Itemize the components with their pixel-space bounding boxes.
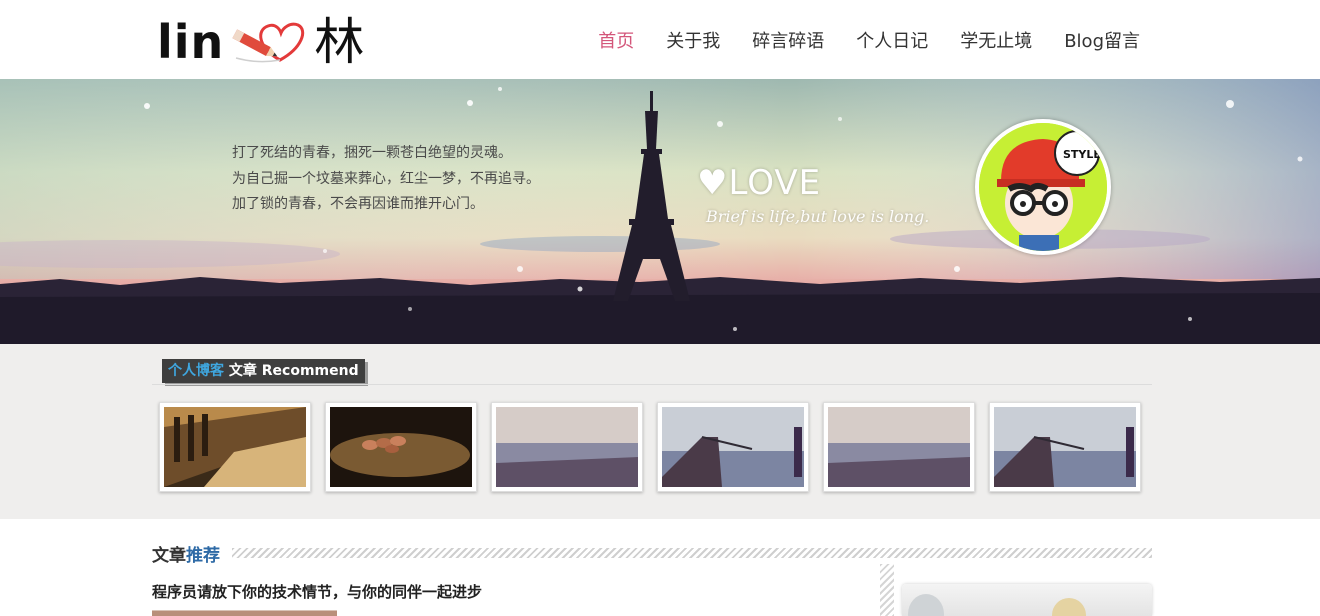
site-header: lin 林 首页 关于我 碎言碎语 个人日记 学无止境 Blog留言 — [0, 0, 1320, 79]
articles-heading-highlight: 推荐 — [186, 545, 220, 566]
love-subtitle: Brief is life,but love is long. — [706, 207, 930, 226]
thumbnail-stones[interactable] — [325, 402, 477, 492]
articles-heading-plain: 文章 — [152, 545, 186, 566]
avatar[interactable]: STYLE — [975, 119, 1111, 255]
nav-item-guestbook[interactable]: Blog留言 — [1064, 28, 1140, 56]
article-thumbnail[interactable] — [152, 610, 337, 616]
thumbnail-beach[interactable] — [823, 402, 975, 492]
articles-heading-text: 文章推荐 — [152, 541, 220, 566]
avatar-badge: STYLE — [1063, 148, 1101, 161]
love-title: ♥LOVE — [697, 163, 822, 203]
poem-line: 加了锁的青春，不会再因谁而推开心门。 — [232, 196, 484, 212]
nav-item-about[interactable]: 关于我 — [666, 28, 720, 56]
site-logo[interactable]: lin 林 — [157, 12, 364, 72]
poem-line: 打了死结的青春，捆死一颗苍白绝望的灵魂。 — [232, 145, 512, 161]
nav-item-learning[interactable]: 学无止境 — [960, 28, 1032, 56]
logo-char: 林 — [314, 13, 365, 71]
cartoon-avatar-icon: STYLE — [979, 123, 1107, 251]
thumbnail-books[interactable] — [159, 402, 311, 492]
recommend-title: 个人博客 文章 Recommend — [162, 359, 365, 383]
banner-poem: 打了死结的青春，捆死一颗苍白绝望的灵魂。 为自己掘一个坟墓来葬心，红尘一梦，不再… — [232, 141, 540, 218]
thumbnail-boat[interactable] — [657, 402, 809, 492]
recommend-section: 个人博客 文章 Recommend — [0, 344, 1320, 519]
recommend-title-highlight: 个人博客 — [168, 363, 224, 379]
main-nav: 首页 关于我 碎言碎语 个人日记 学无止境 Blog留言 — [566, 28, 1140, 56]
articles-heading: 文章推荐 — [152, 541, 1152, 566]
recommend-thumbnails — [159, 402, 1155, 492]
pencil-heart-icon — [232, 22, 305, 63]
nav-item-home[interactable]: 首页 — [598, 28, 634, 56]
poem-line: 为自己掘一个坟墓来葬心，红尘一梦，不再追寻。 — [232, 170, 540, 187]
sidebar-decor-icon — [1052, 598, 1086, 616]
sidebar-decor-icon — [908, 594, 944, 616]
banner-scenery — [0, 79, 1320, 344]
recommend-title-rest: 文章 Recommend — [228, 363, 359, 379]
thumbnail-boat[interactable] — [989, 402, 1141, 492]
logo-text: lin — [157, 15, 225, 69]
recommend-divider — [152, 384, 1152, 385]
thumbnail-beach[interactable] — [491, 402, 643, 492]
hero-banner: 打了死结的青春，捆死一颗苍白绝望的灵魂。 为自己掘一个坟墓来葬心，红尘一梦，不再… — [0, 79, 1320, 344]
nav-item-diary[interactable]: 个人日记 — [856, 28, 928, 56]
heading-stripe-divider — [232, 548, 1152, 558]
nav-item-notes[interactable]: 碎言碎语 — [752, 28, 824, 56]
article-title-link[interactable]: 程序员请放下你的技术情节，与你的同伴一起进步 — [152, 581, 482, 602]
sidebar-stripe-divider — [880, 564, 894, 616]
sidebar-widget — [902, 584, 1152, 616]
